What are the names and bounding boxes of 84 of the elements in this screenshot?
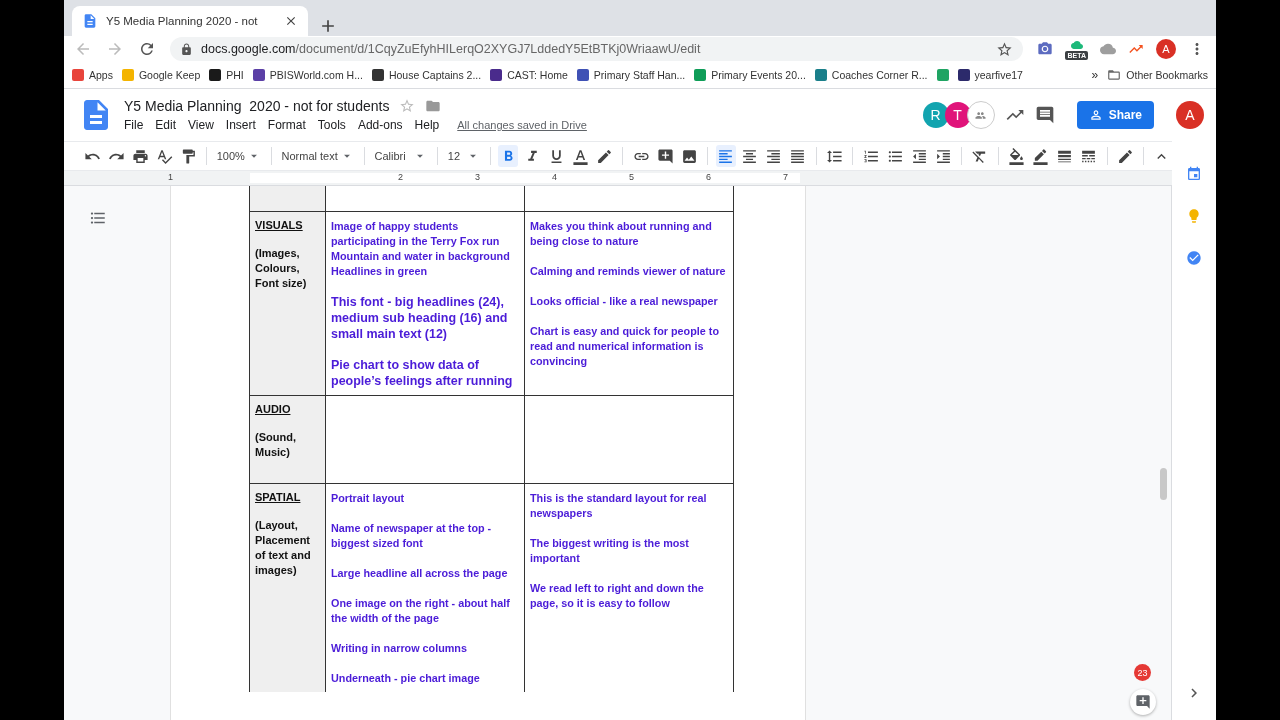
- cell-text: Portrait layout: [331, 491, 406, 506]
- ruler-number: 5: [629, 172, 634, 182]
- ruler-number: 6: [706, 172, 711, 182]
- share-button[interactable]: Share: [1076, 101, 1154, 129]
- address-bar[interactable]: docs.google.com/document/d/1CqyZuEfyhHILerqO2XYGJ7LddedY5EtBTKj0WriaawU/edit: [170, 37, 1024, 61]
- profile-avatar[interactable]: A: [1156, 39, 1176, 59]
- calendar-icon[interactable]: [1186, 166, 1202, 182]
- explore-button[interactable]: [1130, 689, 1156, 715]
- cell-text: One image on the right - about half the width of the page: [331, 596, 511, 626]
- bookmark-folder[interactable]: Other Bookmarks: [1107, 68, 1208, 82]
- fill-color-icon[interactable]: [1006, 145, 1027, 167]
- notification-badge: 23: [1134, 664, 1151, 681]
- ruler-number: 4: [552, 172, 557, 182]
- menu-item[interactable]: View: [188, 118, 214, 132]
- more-bookmarks-button[interactable]: »: [1091, 68, 1099, 82]
- star-icon[interactable]: [399, 98, 416, 114]
- bookmark[interactable]: Coaches Corner R...: [814, 69, 928, 81]
- person-icon: [1088, 108, 1103, 122]
- row-subheading: (Images, Colours, Font size): [255, 246, 308, 291]
- cell-text: The biggest writing is the most important: [530, 536, 690, 566]
- anonymous-avatar[interactable]: [966, 101, 995, 129]
- cell-text: Pie chart to show data of people’s feelings after running: [331, 357, 514, 389]
- menu-item[interactable]: Tools: [317, 118, 346, 132]
- menu-item[interactable]: File: [124, 118, 144, 132]
- tab-title: Y5 Media Planning 2020 - not: [106, 15, 259, 27]
- ruler-number: 1: [168, 172, 173, 182]
- account-avatar[interactable]: A: [1176, 101, 1204, 129]
- cell-text: Writing in narrow columns: [331, 641, 468, 656]
- row-subheading: (Layout, Placement of text and images): [255, 518, 312, 578]
- bookmark[interactable]: Primary Events 20...: [694, 69, 806, 81]
- align-left-icon[interactable]: [715, 145, 736, 167]
- collaborator-avatar[interactable]: T: [944, 102, 971, 128]
- row-heading: VISUALS: [255, 219, 304, 231]
- bookmark[interactable]: yearfive17: [957, 69, 1023, 81]
- scrollbar-thumb[interactable]: [1160, 468, 1168, 500]
- check-icon[interactable]: [1186, 250, 1202, 266]
- bookmark[interactable]: Google Keep: [121, 69, 201, 81]
- font-dropdown[interactable]: Calibri: [372, 149, 430, 163]
- close-icon[interactable]: [284, 14, 298, 28]
- bookmark[interactable]: CAST: Home: [490, 69, 568, 81]
- cell-text: Makes you think about running and being close to nature: [530, 219, 713, 249]
- ruler-number: 2: [398, 172, 403, 182]
- ruler-number: 7: [783, 172, 788, 182]
- cell-text: Underneath - pie chart image: [331, 671, 481, 686]
- menu-item[interactable]: Add-ons: [357, 118, 403, 132]
- folder-icon: [1107, 68, 1122, 82]
- cell-text: Looks official - like a real newspaper: [530, 294, 719, 309]
- bookmark-icon[interactable]: [936, 69, 949, 81]
- browser-tab[interactable]: Y5 Media Planning 2020 - not: [72, 6, 308, 36]
- bookmark[interactable]: PBISWorld.com H...: [252, 69, 363, 81]
- comment-icon[interactable]: [1034, 105, 1055, 125]
- cell-text: Image of happy students participating in the Terry Fox run Mountain and water in background Headlines in green: [331, 219, 511, 279]
- bookmark[interactable]: House Captains 2...: [371, 69, 482, 81]
- row-heading: AUDIO: [255, 403, 292, 415]
- save-status-link[interactable]: All changes saved in Drive: [457, 119, 587, 131]
- star-icon[interactable]: [996, 40, 1014, 58]
- cell-text: This font - big headlines (24), medium sub heading (16) and small main text (12): [331, 294, 509, 342]
- bold-icon[interactable]: [498, 145, 519, 167]
- menu-item[interactable]: Edit: [155, 118, 177, 132]
- cell-text: Calming and reminds viewer of nature: [530, 264, 727, 279]
- cell-text: Chart is easy and quick for people to read and numerical information is convincing: [530, 324, 720, 369]
- folder-icon[interactable]: [425, 98, 442, 114]
- document-icon: [82, 13, 98, 29]
- explore-icon: [1135, 694, 1151, 710]
- ruler-number: 3: [475, 172, 480, 182]
- row-heading: SPATIAL: [255, 491, 302, 503]
- menu-item[interactable]: Insert: [225, 118, 256, 132]
- size-dropdown[interactable]: 12: [445, 149, 482, 163]
- style-dropdown[interactable]: Normal text: [279, 149, 356, 163]
- document-title[interactable]: Y5 Media Planning 2020 - not for students: [124, 98, 390, 114]
- menu-item[interactable]: Help: [414, 118, 440, 132]
- bookmark[interactable]: Primary Staff Han...: [576, 69, 686, 81]
- camera-icon[interactable]: [1037, 41, 1054, 57]
- row-subheading: (Sound, Music): [255, 430, 297, 460]
- bookmark[interactable]: Apps: [72, 69, 113, 81]
- cell-text: We read left to right and down the page, so it is easy to follow: [530, 581, 705, 611]
- cell-text: This is the standard layout for real newspapers: [530, 491, 708, 521]
- cell-text: Large headline all across the page: [331, 566, 509, 581]
- reload-icon[interactable]: [138, 40, 156, 58]
- cell-text: Name of newspaper at the top - biggest sized font: [331, 521, 493, 551]
- lock-icon: [180, 42, 193, 56]
- menu-item[interactable]: Format: [267, 118, 306, 132]
- zoom-dropdown[interactable]: 100%: [214, 149, 263, 163]
- bookmark[interactable]: PHI: [209, 69, 244, 81]
